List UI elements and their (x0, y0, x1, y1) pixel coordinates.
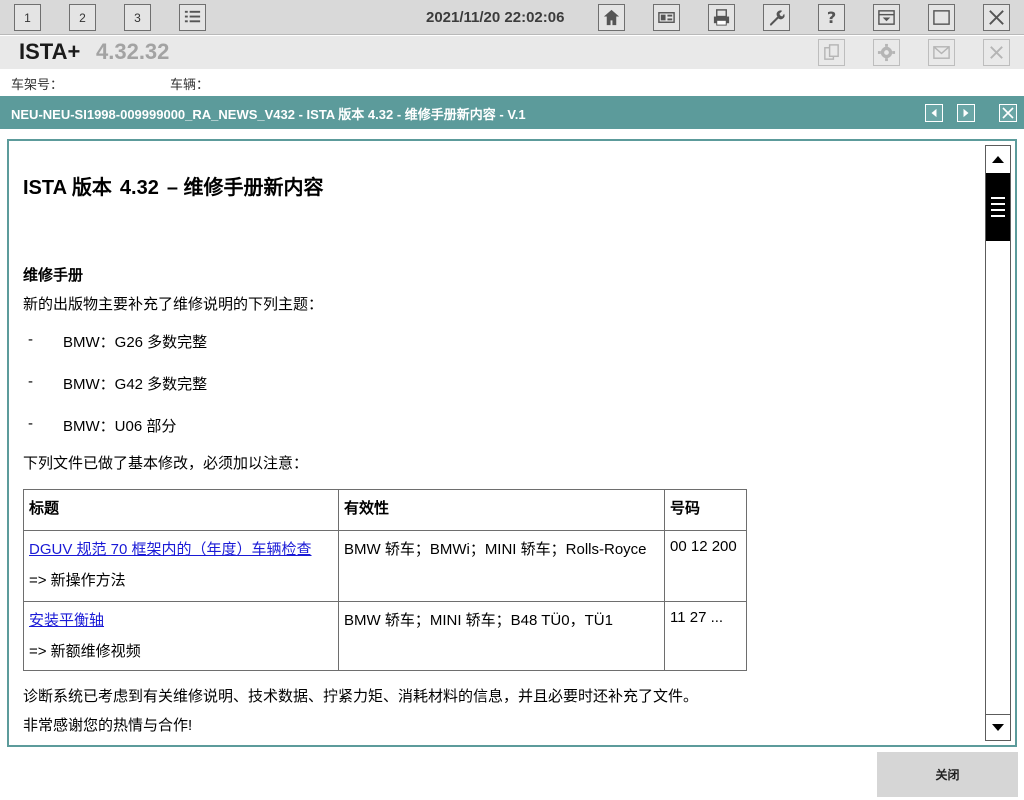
close-button[interactable]: 关闭 (877, 752, 1018, 797)
close-window-icon[interactable] (983, 4, 1010, 31)
scroll-down-icon[interactable] (986, 714, 1010, 740)
help-icon[interactable]: ? (818, 4, 845, 31)
document-title: ISTA 版本 4.32 – 维修手册新内容 (23, 171, 324, 200)
print-icon[interactable] (708, 4, 735, 31)
thanks-text: 非常感谢您的热情与合作! (23, 717, 193, 734)
document-frame: ISTA 版本 4.32 – 维修手册新内容 维修手册 新的出版物主要补充了维修说明… (7, 139, 1017, 747)
table-cell-subtext: => 新操作方法 (29, 572, 126, 589)
table-row: DGUV 规范 70 框架内的（年度）车辆检查 => 新操作方法 BMW 轿车；… (23, 530, 747, 602)
note-text: 下列文件已做了基本修改，必须加以注意： (23, 455, 309, 472)
maximize-icon[interactable] (928, 4, 955, 31)
scroll-thumb[interactable] (986, 173, 1010, 241)
dropdown-panel-icon[interactable] (873, 4, 900, 31)
table-cell-number: 00 12 200 (664, 530, 747, 602)
list-dash: - (28, 373, 33, 390)
table-cell-validity: BMW 轿车；BMWi；MINI 轿车；Rolls-Royce (338, 530, 665, 602)
datetime-display: 2021/11/20 22:02:06 (426, 9, 565, 26)
tab-3-button[interactable]: 3 (124, 4, 151, 31)
title-bar: ISTA+ 4.32.32 (0, 36, 1024, 69)
list-item: BMW：U06 部分 (63, 418, 177, 435)
wrench-icon[interactable] (763, 4, 790, 31)
vin-label: 车架号： (11, 77, 64, 92)
intro-text: 新的出版物主要补充了维修说明的下列主题： (23, 296, 324, 313)
previous-arrow-icon[interactable] (925, 104, 943, 122)
svg-text:?: ? (827, 8, 836, 27)
tab-1-button[interactable]: 1 (14, 4, 41, 31)
copy-icon[interactable] (818, 39, 845, 66)
vehicle-id-icon[interactable] (653, 4, 680, 31)
changes-table: 标题 有效性 号码 DGUV 规范 70 框架内的（年度）车辆检查 => 新操作… (23, 489, 747, 671)
footer-text: 诊断系统已考虑到有关维修说明、技术数据、拧紧力矩、消耗材料的信息，并且必要时还补… (23, 688, 699, 705)
section-heading: 维修手册 (23, 267, 84, 284)
home-icon[interactable] (598, 4, 625, 31)
document-content: ISTA 版本 4.32 – 维修手册新内容 维修手册 新的出版物主要补充了维修说明… (23, 141, 981, 745)
mail-icon[interactable] (928, 39, 955, 66)
close-document-icon[interactable] (999, 104, 1017, 122)
tab-2-button[interactable]: 2 (69, 4, 96, 31)
close-icon[interactable] (983, 39, 1010, 66)
document-link[interactable]: DGUV 规范 70 框架内的（年度）车辆检查 (29, 538, 333, 559)
document-header-title: NEU-NEU-SI1998-009999000_RA_NEWS_V432 - … (11, 107, 526, 122)
table-cell-validity: BMW 轿车；MINI 轿车；B48 TÜ0，TÜ1 (338, 601, 665, 671)
vehicle-label: 车辆： (170, 77, 210, 92)
gear-icon[interactable] (873, 39, 900, 66)
list-item: BMW：G42 多数完整 (63, 376, 208, 393)
next-arrow-icon[interactable] (957, 104, 975, 122)
scroll-up-icon[interactable] (986, 146, 1010, 172)
table-cell-title: 安装平衡轴 => 新额维修视频 (23, 601, 339, 671)
app-version: 4.32.32 (96, 39, 170, 64)
table-cell-subtext: => 新额维修视频 (29, 643, 141, 660)
document-link[interactable]: 安装平衡轴 (29, 609, 333, 630)
list-item: BMW：G26 多数完整 (63, 334, 208, 351)
top-toolbar: 1 2 3 2021/11/20 22:02:06 ? (0, 0, 1024, 35)
app-name: ISTA+ (19, 39, 81, 64)
vehicle-info-row: 车架号： 车辆： (0, 69, 1024, 95)
document-title-prefix: ISTA 版本 (23, 177, 112, 199)
table-header-title: 标题 (23, 489, 339, 531)
list-dash: - (28, 331, 33, 348)
list-icon[interactable] (179, 4, 206, 31)
table-header-row: 标题 有效性 号码 (23, 489, 747, 531)
table-cell-title: DGUV 规范 70 框架内的（年度）车辆检查 => 新操作方法 (23, 530, 339, 602)
list-dash: - (28, 415, 33, 432)
table-header-number: 号码 (664, 489, 747, 531)
vertical-scrollbar[interactable] (985, 145, 1011, 741)
document-header-bar: NEU-NEU-SI1998-009999000_RA_NEWS_V432 - … (0, 96, 1024, 129)
document-title-suffix: – 维修手册新内容 (166, 177, 324, 199)
document-title-version: 4.32 (119, 177, 159, 199)
table-header-validity: 有效性 (338, 489, 665, 531)
table-cell-number: 11 27 ... (664, 601, 747, 671)
table-row: 安装平衡轴 => 新额维修视频 BMW 轿车；MINI 轿车；B48 TÜ0，T… (23, 601, 747, 671)
